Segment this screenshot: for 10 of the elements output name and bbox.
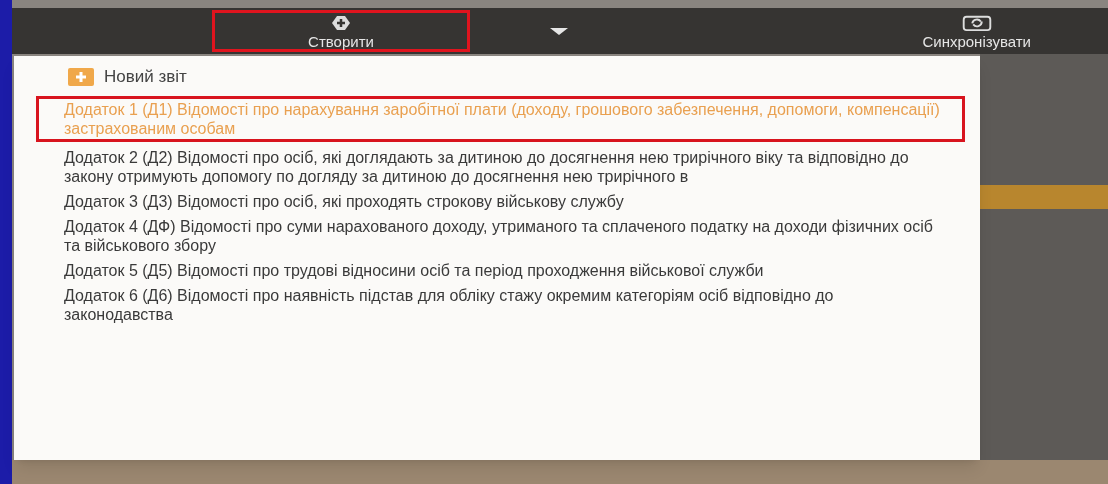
create-button[interactable]: Створити [212, 10, 470, 52]
menu-item[interactable]: Додаток 3 (Д3) Відомості про осіб, які проходять строкову військову службу [64, 191, 940, 211]
menu-item[interactable]: Додаток 5 (Д5) Відомості про трудові відносини осіб та період проходження військової служби [64, 260, 940, 280]
menu-item[interactable]: Додаток 4 (ДФ) Відомості про суми нарахованого доходу, утриманого та сплаченого податку на доходи фізичних осіб та військового збору [64, 216, 940, 255]
plus-icon [68, 67, 94, 86]
menu-header: Новий звіт [104, 66, 187, 88]
sync-button[interactable]: Синхронізувати [905, 10, 1048, 52]
menu-item[interactable]: Додаток 6 (Д6) Відомості про наявність підстав для обліку стажу окремим категоріям осіб відповідно до законодавства [64, 285, 940, 324]
menu-item[interactable]: Додаток 2 (Д2) Відомості про осіб, які доглядають за дитиною до досягнення нею трирічного віку та відповідно до закону отримують допомогу по догляду за дитиною до досягнення нею трирічного в [64, 147, 940, 186]
caret-icon[interactable] [550, 27, 568, 35]
